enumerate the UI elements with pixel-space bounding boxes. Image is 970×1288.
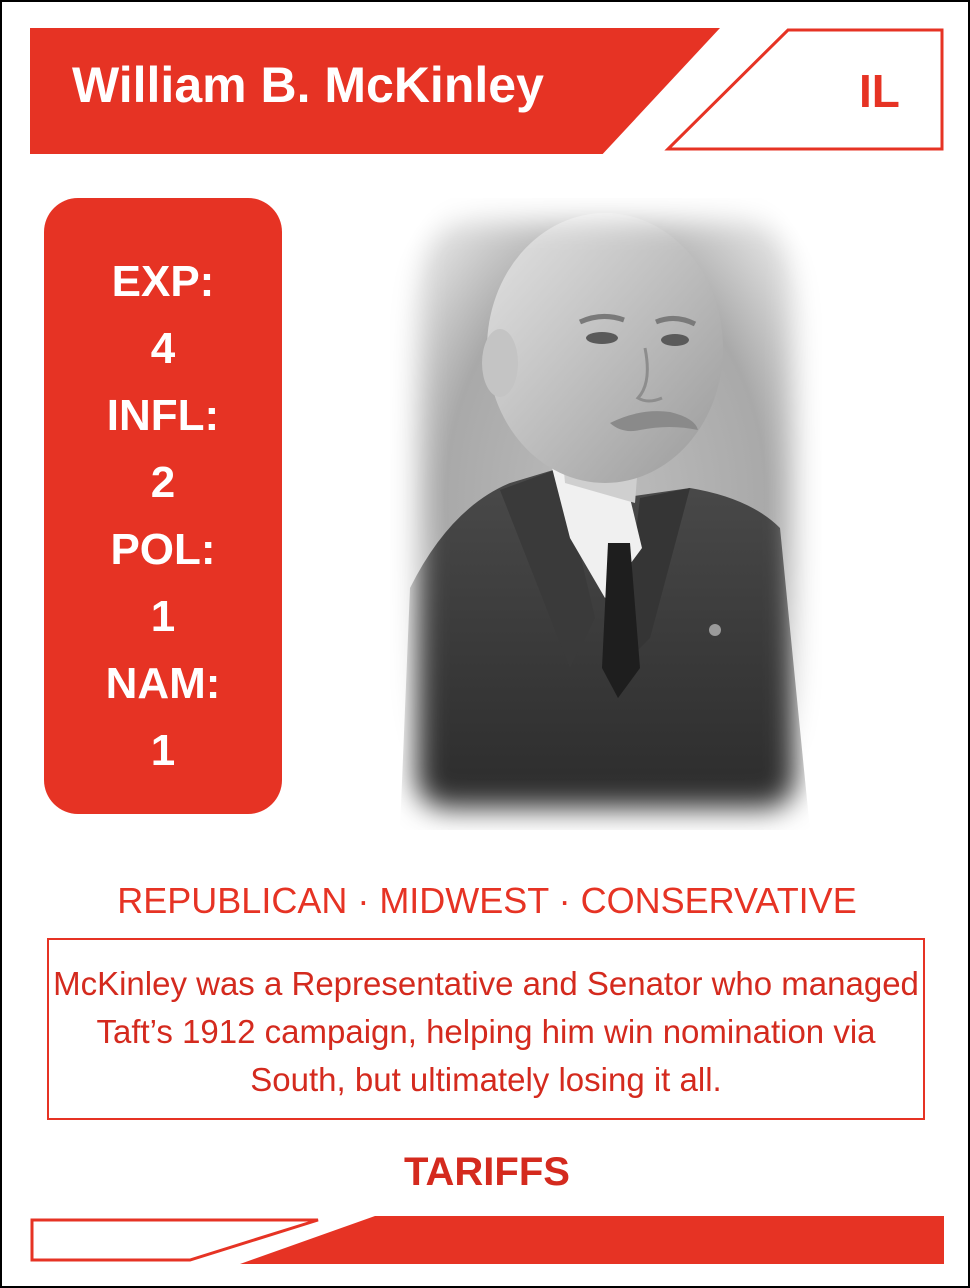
stat-label-exp: EXP: (111, 257, 215, 306)
portrait-photo (390, 198, 822, 830)
stat-label-nam: NAM: (105, 659, 221, 708)
stat-label-pol: POL: (110, 525, 216, 574)
politician-name: William B. McKinley (72, 57, 544, 113)
description-box: McKinley was a Representative and Senato… (47, 938, 925, 1120)
stat-value-infl: 2 (150, 458, 176, 507)
state-banner (664, 28, 944, 152)
stat-value-exp: 4 (150, 324, 176, 373)
stat-value-nam: 1 (150, 726, 176, 775)
stat-label-infl: INFL: (106, 391, 220, 440)
stats-panel: EXP: 4 INFL: 2 POL: 1 NAM: 1 (44, 198, 282, 814)
stat-value-pol: 1 (150, 592, 176, 641)
topic-label: TARIFFS (404, 1150, 570, 1194)
footer-banner (30, 1216, 944, 1264)
state-code: IL (859, 65, 900, 117)
politician-card: William B. McKinley IL EXP: 4 INFL: 2 PO… (0, 0, 970, 1288)
party-region-ideology: REPUBLICAN · MIDWEST · CONSERVATIVE (117, 880, 857, 921)
description-text: McKinley was a Representative and Senato… (53, 965, 919, 1098)
